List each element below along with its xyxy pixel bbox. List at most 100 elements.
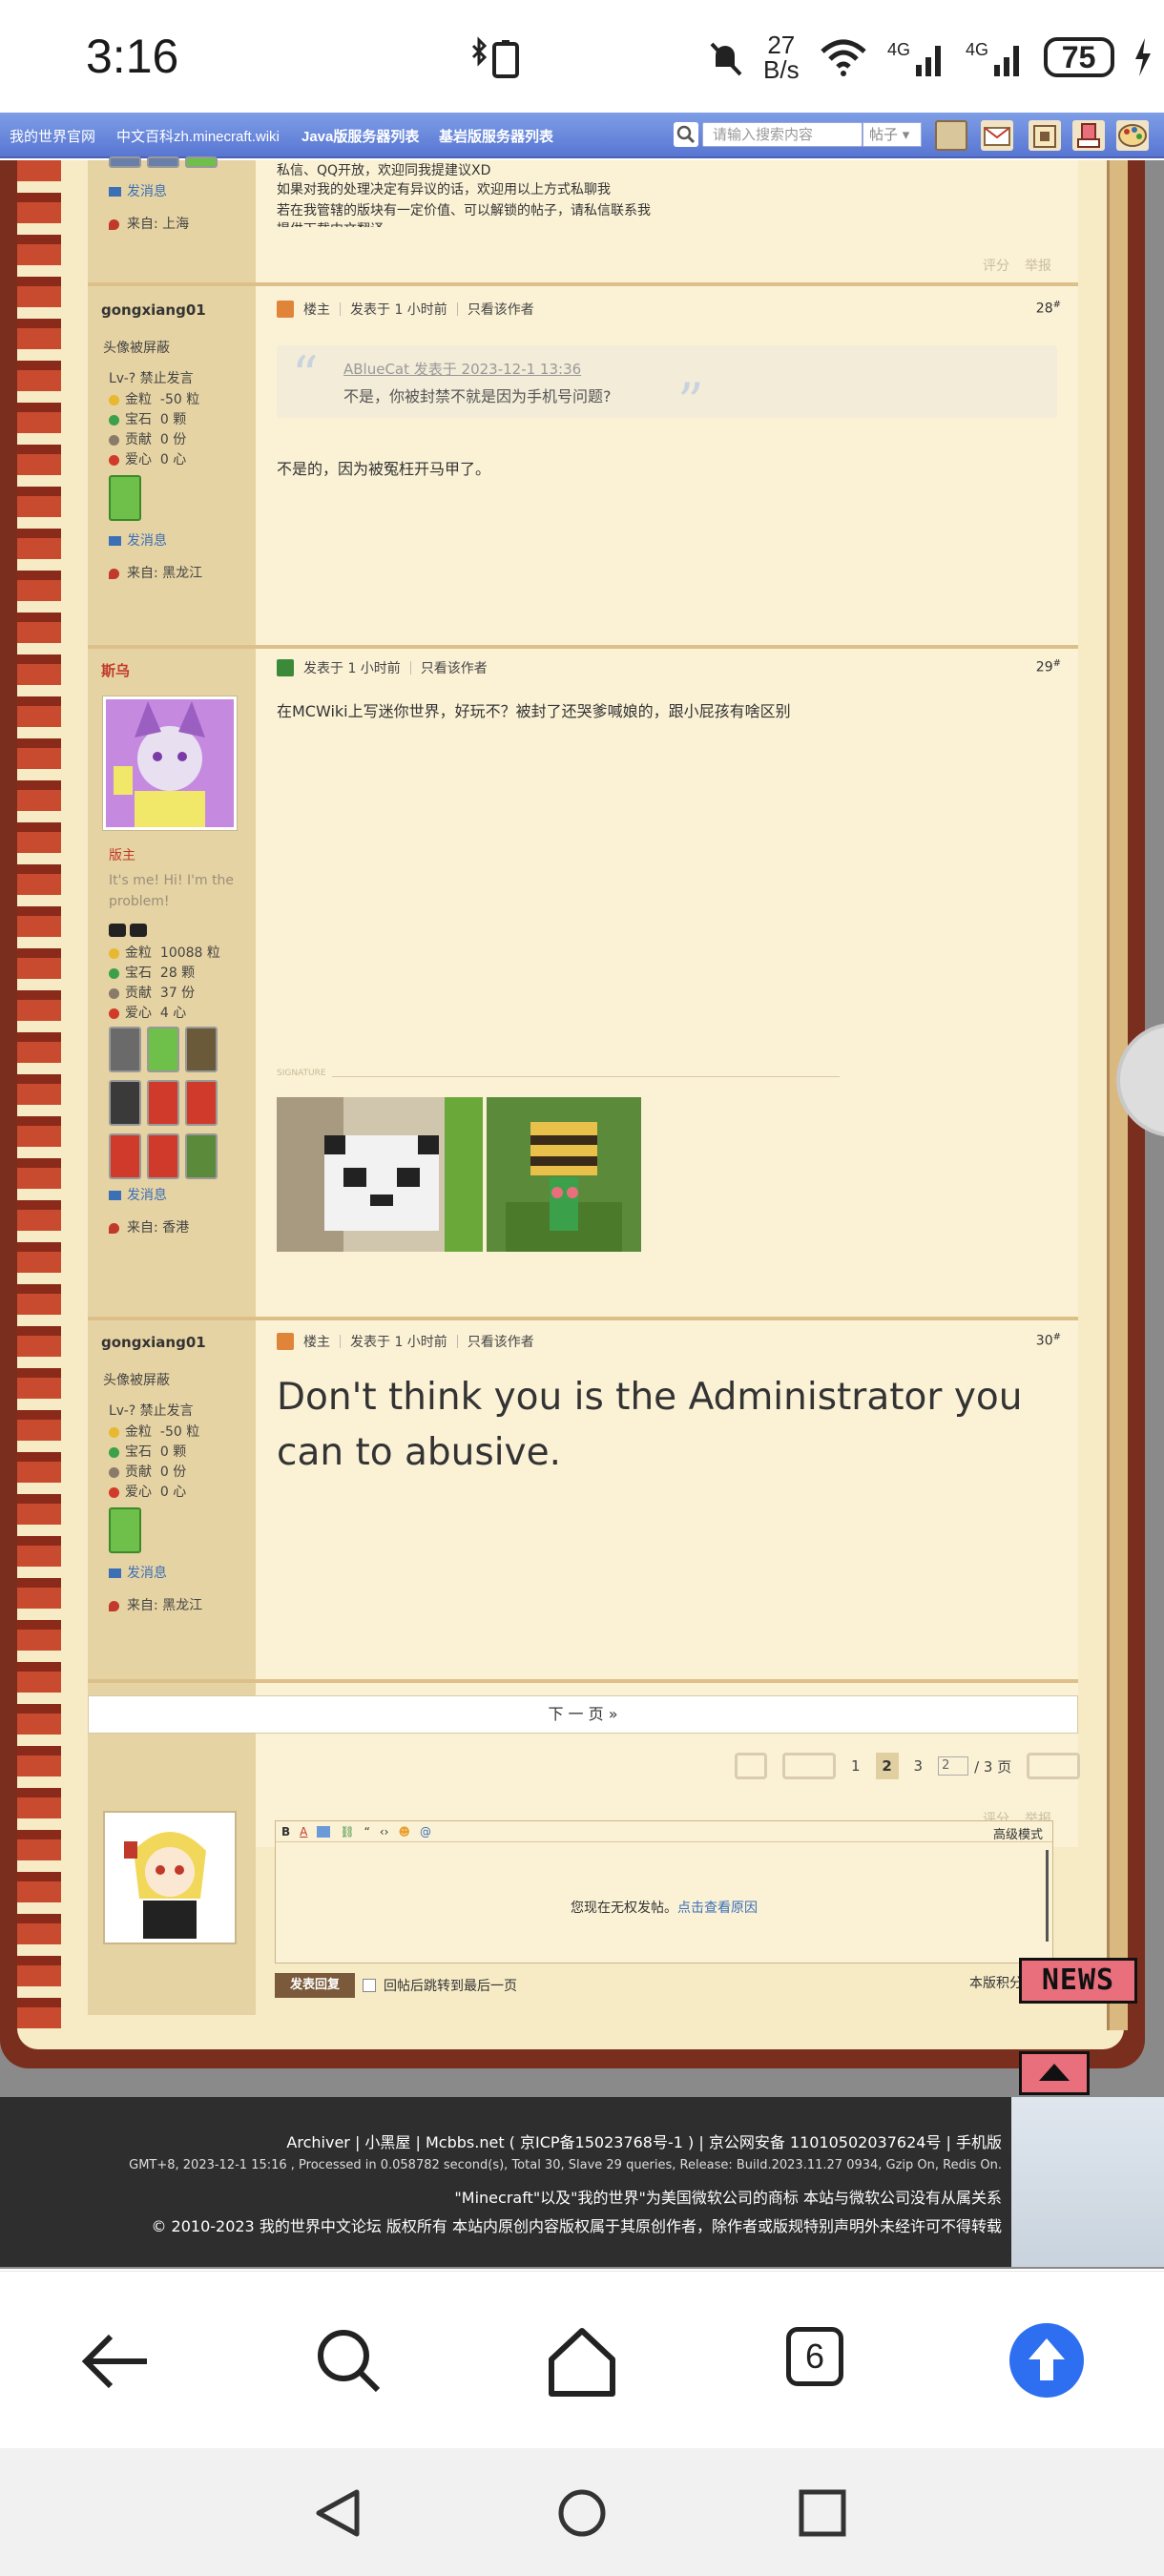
back-arrow-icon[interactable]: [76, 2323, 153, 2399]
send-message-link[interactable]: 发消息: [109, 1563, 167, 1582]
location-label: 来自:: [127, 1598, 158, 1613]
return-icon[interactable]: [1027, 1753, 1081, 1779]
search-type-select[interactable]: 帖子 ▾: [863, 122, 922, 147]
search-icon[interactable]: [311, 2323, 387, 2399]
nav-link-bedrock-servers[interactable]: 基岩版服务器列表: [439, 126, 553, 146]
net-speed-unit: B/s: [763, 55, 800, 84]
battery-indicator: 75: [1043, 37, 1114, 77]
user-avatar-icon[interactable]: [935, 120, 967, 151]
send-message-link[interactable]: 发消息: [109, 530, 167, 550]
partial-post-content: 私信、QQ开放，欢迎同我提建议XD 如果对我的处理决定有异议的话，欢迎用以上方式…: [256, 160, 1078, 282]
quote-author-link[interactable]: ABlueCat 发表于 2023-12-1 13:36: [343, 359, 581, 379]
mail-icon: [109, 536, 121, 546]
only-author-link[interactable]: 只看该作者: [468, 300, 534, 319]
post-30-sidebar: gongxiang01 头像被屏蔽 Lv-? 禁止发言 金粒 -50 粒 宝石 …: [88, 1320, 256, 1847]
reply-editor[interactable]: B A ⛓ “ ‹› ☻ @ 高级模式 您现在无权发帖。点击查看原因: [275, 1820, 1053, 1963]
signature-line: 提供下载中文翻译: [277, 219, 384, 227]
location-value: 黑龙江: [162, 566, 203, 581]
only-author-link[interactable]: 只看该作者: [468, 1332, 534, 1351]
stat-gem: 宝石 28 颗: [109, 963, 195, 982]
no-permission-message: 您现在无权发帖。点击查看原因: [276, 1898, 1052, 1917]
pig-medal-icon: [109, 475, 141, 521]
nav-home-icon[interactable]: [553, 2484, 611, 2545]
op-icon: [277, 301, 294, 318]
nav-link-official-site[interactable]: 我的世界官网: [10, 126, 95, 146]
page-link-1[interactable]: 1: [851, 1757, 861, 1775]
nav-recents-icon[interactable]: [794, 2484, 851, 2545]
location-label: 来自:: [127, 217, 158, 232]
signature-image-panda: [277, 1097, 483, 1252]
back-to-top-icon[interactable]: [1019, 2051, 1090, 2095]
bold-icon[interactable]: B: [281, 1825, 290, 1839]
notification-icon[interactable]: [1072, 120, 1105, 151]
tabs-count-button[interactable]: 6: [786, 2327, 843, 2386]
send-message-link[interactable]: 发消息: [109, 1185, 167, 1204]
nav-link-wiki[interactable]: 中文百科zh.minecraft.wiki: [116, 126, 280, 146]
news-badge[interactable]: NEWS: [1019, 1958, 1137, 2004]
page-current: 2: [875, 1753, 899, 1779]
floor-number[interactable]: 29#: [1036, 658, 1061, 675]
editor-scrollbar[interactable]: [1046, 1850, 1049, 1942]
stat-label: 金粒: [125, 1424, 152, 1440]
upload-arrow-icon[interactable]: [1009, 2323, 1084, 2398]
status-icons: 27 B/s 4G 4G 75: [468, 27, 1153, 88]
nav-link-java-servers[interactable]: Java版服务器列表: [301, 126, 419, 146]
heart-icon: [109, 1486, 119, 1498]
forum-credit-label: 本版积分: [969, 1976, 1023, 1991]
medal-icon: [185, 156, 218, 168]
current-user-avatar[interactable]: [103, 1811, 237, 1944]
stat-value: 28 颗: [159, 966, 196, 981]
page-jump-input[interactable]: 2: [938, 1756, 969, 1776]
stat-value: 37 份: [159, 986, 196, 1001]
emoji-icon[interactable]: ☻: [398, 1825, 410, 1839]
location: 来自: 黑龙江: [109, 563, 202, 582]
submit-reply-button[interactable]: 发表回复: [275, 1973, 355, 1998]
status-time: 3:16: [86, 30, 179, 83]
palette-icon[interactable]: [1116, 120, 1149, 151]
partial-post-sidebar: 发消息 来自: 上海: [88, 156, 256, 282]
heart-icon: [109, 454, 119, 466]
footer-links[interactable]: Archiver | 小黑屋 | Mcbbs.net ( 京ICP备150237…: [286, 2129, 1002, 2152]
prev-page-icon[interactable]: [782, 1753, 836, 1779]
wifi-icon: [820, 39, 866, 76]
quote-icon[interactable]: “: [364, 1825, 370, 1839]
send-message-label: 发消息: [127, 1188, 167, 1203]
back-to-list-icon[interactable]: [735, 1753, 767, 1779]
page-link-3[interactable]: 3: [914, 1757, 924, 1775]
send-message-link[interactable]: 发消息: [109, 181, 167, 200]
footer-copyright: © 2010-2023 我的世界中文论坛 版权所有 本站内原创内容版权属于其原创…: [151, 2217, 1002, 2235]
stat-heart: 爱心 0 心: [109, 449, 186, 468]
floor-number[interactable]: 28#: [1036, 300, 1061, 317]
search-icon[interactable]: [674, 122, 698, 147]
medal-icon: [109, 1027, 141, 1072]
report-link[interactable]: 举报: [1025, 256, 1051, 275]
author-name[interactable]: gongxiang01: [101, 1334, 206, 1351]
next-page-button[interactable]: 下 一 页 »: [88, 1695, 1078, 1734]
only-author-link[interactable]: 只看该作者: [421, 658, 488, 677]
signature-label: SIGNATURE: [277, 1069, 332, 1078]
floor-number[interactable]: 30#: [1036, 1332, 1061, 1349]
author-name[interactable]: 斯乌: [101, 660, 130, 680]
block-icon[interactable]: [1029, 120, 1061, 151]
user-avatar[interactable]: [103, 696, 237, 830]
author-name[interactable]: gongxiang01: [101, 301, 206, 319]
search-input[interactable]: 请输入搜索内容: [702, 122, 863, 147]
nav-back-icon[interactable]: [311, 2484, 368, 2545]
code-icon[interactable]: ‹›: [380, 1825, 389, 1839]
editor-toolbar: B A ⛓ “ ‹› ☻ @ 高级模式: [276, 1821, 1052, 1842]
post-time: 发表于 1 小时前: [303, 661, 401, 676]
mention-icon[interactable]: @: [420, 1825, 431, 1839]
advanced-mode-link[interactable]: 高级模式: [993, 1824, 1043, 1842]
link-icon[interactable]: ⛓: [340, 1825, 354, 1839]
medal-icon: [109, 1080, 141, 1126]
mail-icon[interactable]: [981, 120, 1013, 151]
jump-last-page-checkbox[interactable]: [363, 1979, 376, 1992]
rate-link[interactable]: 评分: [983, 256, 1009, 275]
view-reason-link[interactable]: 点击查看原因: [677, 1901, 758, 1916]
quote-text: 不是，你被封禁不就是因为手机号问题?: [343, 387, 612, 405]
image-icon[interactable]: [317, 1825, 331, 1838]
stat-contribution: 贡献 0 份: [109, 1462, 186, 1481]
home-icon[interactable]: [544, 2323, 620, 2399]
font-color-icon[interactable]: A: [300, 1825, 307, 1839]
pagination: 1 2 3 2 / 3 页: [735, 1750, 1081, 1782]
